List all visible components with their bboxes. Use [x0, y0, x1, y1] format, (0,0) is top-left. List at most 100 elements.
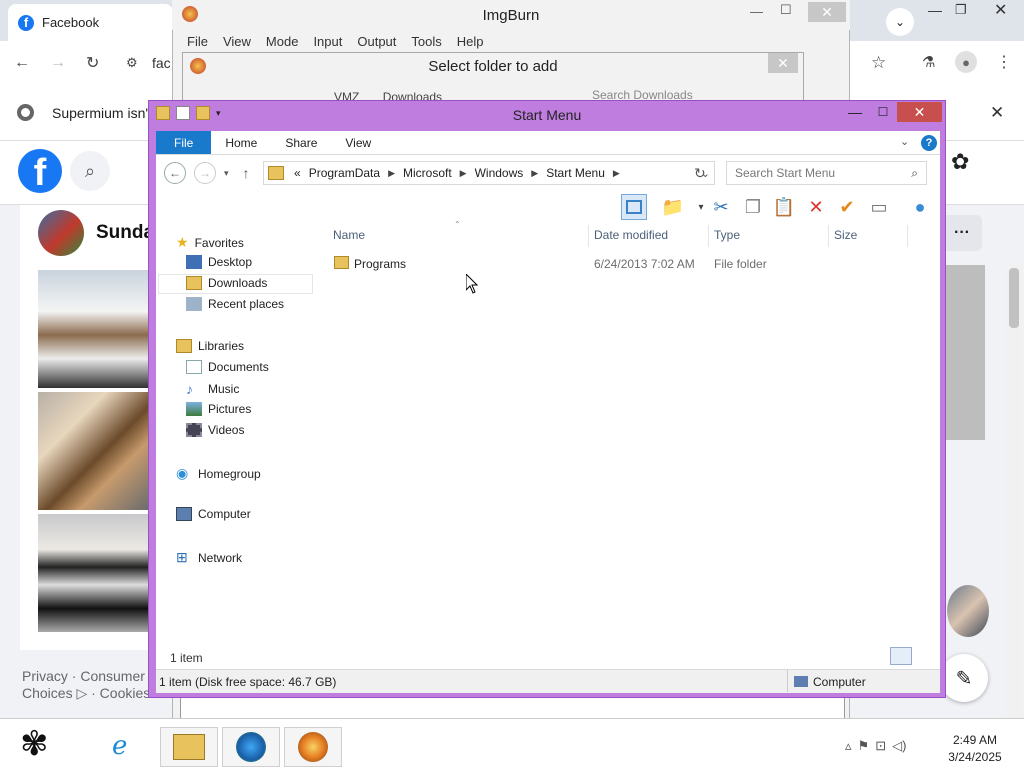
search-icon[interactable]: ⌕: [911, 166, 918, 181]
nav-downloads[interactable]: Downloads: [186, 276, 267, 290]
browser-close-icon[interactable]: ✕: [994, 0, 1007, 20]
properties-icon[interactable]: [176, 106, 190, 120]
taskbar-explorer[interactable]: [160, 727, 218, 767]
menu-output[interactable]: Output: [357, 34, 396, 49]
column-separator[interactable]: [588, 225, 589, 247]
explorer-maximize-icon[interactable]: ☐: [870, 102, 896, 122]
action-center-flag-icon[interactable]: ⚑: [858, 738, 870, 754]
page-scrollbar-thumb[interactable]: [1009, 268, 1019, 328]
profile-avatar[interactable]: [38, 210, 84, 256]
nav-computer[interactable]: Computer: [176, 507, 251, 521]
contact-avatar[interactable]: [947, 585, 989, 637]
crumb-programdata[interactable]: ProgramData: [309, 166, 380, 180]
network-tray-icon[interactable]: ⊡: [875, 738, 886, 754]
paste-icon[interactable]: 📋: [771, 194, 797, 220]
ribbon-expand-icon[interactable]: ⌄: [900, 135, 909, 148]
taskbar-browser[interactable]: [222, 727, 280, 767]
tab-view[interactable]: View: [331, 131, 385, 154]
details-view-icon[interactable]: [890, 647, 912, 665]
recent-locations-icon[interactable]: ▾: [224, 168, 229, 179]
taskbar-clock[interactable]: 2:49 AM 3/24/2025: [940, 732, 1010, 766]
file-name[interactable]: Programs: [354, 257, 406, 271]
profile-photo-3[interactable]: [38, 514, 148, 632]
nav-homegroup[interactable]: ◉ Homegroup: [176, 465, 261, 482]
crumb-sep-icon[interactable]: ▶: [460, 168, 467, 179]
delete-icon[interactable]: ✕: [803, 194, 829, 220]
explorer-close-icon[interactable]: ✕: [897, 102, 942, 122]
qat-dropdown-icon[interactable]: ▾: [216, 108, 221, 119]
explorer-minimize-icon[interactable]: —: [842, 102, 868, 122]
imgburn-maximize-icon[interactable]: ☐: [780, 2, 792, 18]
breadcrumb-overflow[interactable]: «: [294, 166, 301, 180]
network-globe-icon[interactable]: ●: [907, 194, 933, 220]
nav-videos[interactable]: Videos: [186, 423, 244, 437]
reload-icon[interactable]: ↻: [86, 53, 99, 73]
tab-home[interactable]: Home: [211, 131, 271, 154]
dialog-close-icon[interactable]: ✕: [768, 53, 798, 73]
account-avatar-icon[interactable]: ✿: [951, 149, 979, 189]
tab-share[interactable]: Share: [271, 131, 331, 154]
properties-folder-icon[interactable]: 📁: [660, 194, 686, 220]
profile-photo-1[interactable]: [38, 270, 148, 388]
column-separator[interactable]: [828, 225, 829, 247]
footer-line-1[interactable]: Privacy · Consumer: [22, 668, 150, 685]
facebook-search-icon[interactable]: ⌕: [70, 151, 110, 191]
forward-arrow-icon[interactable]: →: [194, 162, 216, 184]
profile-photo-2[interactable]: [38, 392, 148, 510]
refresh-icon[interactable]: ↻: [694, 165, 706, 182]
browser-maximize-icon[interactable]: ❐: [955, 2, 967, 18]
tab-file[interactable]: File: [156, 131, 212, 154]
browser-tab-facebook[interactable]: f Facebook: [8, 4, 173, 41]
compose-message-icon[interactable]: ✎: [940, 654, 988, 702]
new-folder-icon[interactable]: [196, 106, 210, 120]
crumb-sep-icon[interactable]: ▶: [613, 168, 620, 179]
labs-flask-icon[interactable]: ⚗: [922, 53, 935, 71]
footer-line-2[interactable]: Choices ▷ · Cookies: [22, 685, 150, 702]
internet-explorer-icon[interactable]: ℯ: [112, 730, 127, 761]
nav-recent-places[interactable]: Recent places: [186, 297, 284, 311]
search-input[interactable]: Search Start Menu ⌕: [726, 161, 927, 185]
cut-icon[interactable]: ✂: [708, 194, 734, 220]
back-icon[interactable]: ←: [14, 54, 30, 72]
tab-search-chevron-icon[interactable]: ⌄: [886, 8, 914, 36]
crumb-microsoft[interactable]: Microsoft: [403, 166, 452, 180]
imgburn-minimize-icon[interactable]: —: [750, 4, 763, 19]
start-button-icon[interactable]: ✾: [20, 722, 64, 766]
back-arrow-icon[interactable]: ←: [164, 162, 186, 184]
site-info-icon[interactable]: ⚙: [126, 55, 138, 71]
imgburn-close-icon[interactable]: ✕: [808, 2, 846, 22]
tray-overflow-icon[interactable]: ▵: [845, 738, 852, 754]
address-bar[interactable]: fac: [152, 55, 171, 71]
browser-menu-icon[interactable]: ⋮: [996, 52, 1012, 72]
crumb-start-menu[interactable]: Start Menu: [546, 166, 605, 180]
nav-favorites[interactable]: ★ Favorites: [176, 234, 244, 251]
up-arrow-icon[interactable]: ↑: [243, 165, 250, 181]
crumb-sep-icon[interactable]: ▶: [531, 168, 538, 179]
browser-minimize-icon[interactable]: —: [928, 2, 942, 18]
profile-name[interactable]: Sunda: [96, 222, 154, 244]
column-name[interactable]: Name: [333, 228, 365, 242]
column-size[interactable]: Size: [834, 228, 857, 242]
column-date-modified[interactable]: Date modified: [594, 228, 668, 242]
menu-mode[interactable]: Mode: [266, 34, 299, 49]
menu-view[interactable]: View: [223, 34, 251, 49]
profile-icon[interactable]: ●: [955, 51, 977, 73]
bookmark-star-icon[interactable]: ☆: [871, 53, 886, 73]
dialog-folder-field[interactable]: [180, 696, 845, 720]
menu-tools[interactable]: Tools: [411, 34, 441, 49]
facebook-logo-icon[interactable]: f: [18, 149, 62, 193]
nav-network[interactable]: ⊞ Network: [176, 549, 242, 566]
copy-icon[interactable]: ❐: [740, 194, 766, 220]
crumb-windows[interactable]: Windows: [475, 166, 524, 180]
taskbar-imgburn[interactable]: [284, 727, 342, 767]
address-breadcrumb[interactable]: « ProgramData ▶ Microsoft ▶ Windows ▶ St…: [263, 161, 715, 185]
column-separator[interactable]: [708, 225, 709, 247]
volume-icon[interactable]: ◁): [892, 738, 906, 754]
nav-documents[interactable]: Documents: [186, 360, 269, 374]
more-options-icon[interactable]: ···: [942, 215, 982, 251]
nav-libraries[interactable]: Libraries: [176, 339, 244, 353]
page-scrollbar[interactable]: [1006, 265, 1022, 718]
column-separator[interactable]: [907, 225, 908, 247]
infobar-close-icon[interactable]: ✕: [990, 103, 1004, 123]
rename-check-icon[interactable]: ✔: [834, 194, 860, 220]
